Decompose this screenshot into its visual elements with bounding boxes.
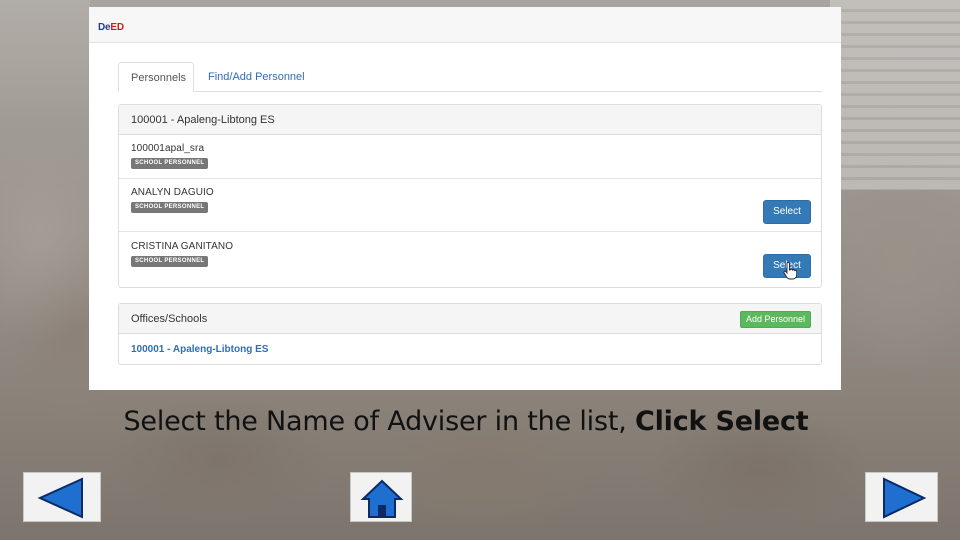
caption-emphasis: Click Select — [634, 406, 809, 437]
personnel-name: 100001apal_sra — [131, 143, 205, 154]
offices-schools-panel: Offices/Schools Add Personnel 100001 - A… — [118, 303, 822, 365]
instruction-caption: Select the Name of Adviser in the list, … — [0, 406, 932, 437]
background-window — [830, 0, 960, 190]
personnel-name: ANALYN DAGUIO — [131, 187, 214, 198]
caption-text: Select the Name of Adviser in the list, — [123, 406, 635, 437]
next-arrow-icon — [883, 477, 927, 519]
prev-arrow-icon — [37, 477, 83, 519]
tab-find-add-personnel[interactable]: Find/Add Personnel — [196, 62, 317, 92]
add-personnel-button[interactable]: Add Personnel — [739, 311, 811, 328]
personnel-item: ANALYN DAGUIO SCHOOL PERSONNEL Select — [119, 179, 821, 232]
school-personnel-panel: 100001 - Apaleng-Libtong ES 100001apal_s… — [118, 104, 822, 288]
home-icon — [360, 479, 404, 518]
role-badge: SCHOOL PERSONNEL — [131, 158, 209, 169]
previous-slide-button[interactable] — [23, 472, 101, 522]
tab-bar: Personnels Find/Add Personnel — [118, 62, 822, 92]
school-link[interactable]: 100001 - Apaleng-Libtong ES — [131, 344, 268, 355]
tab-personnels[interactable]: Personnels — [118, 62, 194, 92]
top-bar: DeED — [89, 7, 841, 43]
app-screenshot: DeED Personnels Find/Add Personnel 10000… — [89, 7, 841, 390]
home-button[interactable] — [350, 472, 412, 522]
role-badge: SCHOOL PERSONNEL — [131, 202, 209, 213]
role-badge: SCHOOL PERSONNEL — [131, 256, 209, 267]
offices-panel-heading: Offices/Schools Add Personnel — [119, 304, 821, 334]
select-button[interactable]: Select — [763, 200, 811, 224]
deped-logo[interactable]: DeED — [98, 22, 124, 33]
hand-cursor-icon — [783, 262, 797, 280]
personnel-item: CRISTINA GANITANO SCHOOL PERSONNEL Selec… — [119, 232, 821, 286]
next-slide-button[interactable] — [865, 472, 938, 522]
background-shade — [0, 0, 90, 120]
school-panel-heading: 100001 - Apaleng-Libtong ES — [119, 105, 821, 135]
personnel-item: 100001apal_sra SCHOOL PERSONNEL — [119, 135, 821, 179]
personnel-name: CRISTINA GANITANO — [131, 241, 234, 252]
offices-heading-label: Offices/Schools — [131, 313, 208, 325]
